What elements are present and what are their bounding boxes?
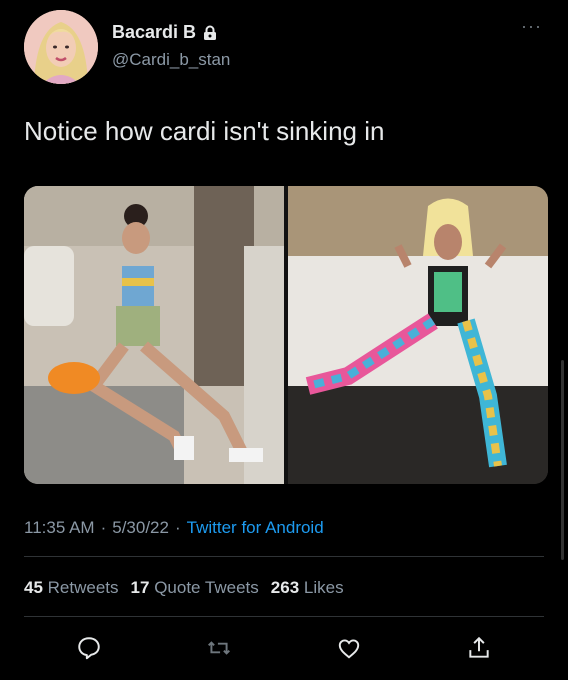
display-name[interactable]: Bacardi B — [112, 22, 196, 43]
tweet-meta: 11:35 AM · 5/30/22 · Twitter for Android — [24, 518, 324, 538]
tweet-media[interactable] — [24, 186, 548, 484]
reply-icon[interactable] — [75, 634, 103, 662]
scrollbar[interactable] — [561, 360, 564, 560]
divider — [24, 556, 544, 557]
tweet-date: 5/30/22 — [112, 518, 169, 537]
tweet-time: 11:35 AM — [24, 518, 95, 537]
heart-icon[interactable] — [335, 634, 363, 662]
media-photo-right[interactable] — [288, 186, 548, 484]
likes-stat[interactable]: 263 Likes — [271, 578, 344, 598]
meta-separator: · — [100, 518, 107, 537]
tweet-stats: 45 Retweets 17 Quote Tweets 263 Likes — [24, 578, 344, 598]
tweet-header: Bacardi B @Cardi_b_stan ··· — [24, 10, 544, 90]
divider — [24, 616, 544, 617]
quotes-count: 17 — [130, 578, 150, 597]
tweet-text: Notice how cardi isn't sinking in — [24, 116, 385, 146]
quotes-label: Quote Tweets — [154, 578, 259, 597]
likes-label: Likes — [303, 578, 344, 597]
more-icon[interactable]: ··· — [521, 16, 542, 37]
lock-icon — [202, 25, 218, 41]
tweet-actions — [24, 628, 544, 668]
tweet-source-link[interactable]: Twitter for Android — [187, 518, 324, 538]
quotes-stat[interactable]: 17 Quote Tweets — [131, 578, 259, 598]
retweets-label: Retweets — [47, 578, 119, 597]
meta-separator: · — [174, 518, 181, 537]
user-handle[interactable]: @Cardi_b_stan — [112, 50, 230, 70]
retweet-icon[interactable] — [205, 634, 233, 662]
media-photo-left[interactable] — [24, 186, 284, 484]
share-icon[interactable] — [465, 634, 493, 662]
retweets-count: 45 — [24, 578, 43, 597]
retweets-stat[interactable]: 45 Retweets — [24, 578, 119, 598]
likes-count: 263 — [270, 578, 300, 597]
avatar[interactable] — [24, 10, 98, 84]
